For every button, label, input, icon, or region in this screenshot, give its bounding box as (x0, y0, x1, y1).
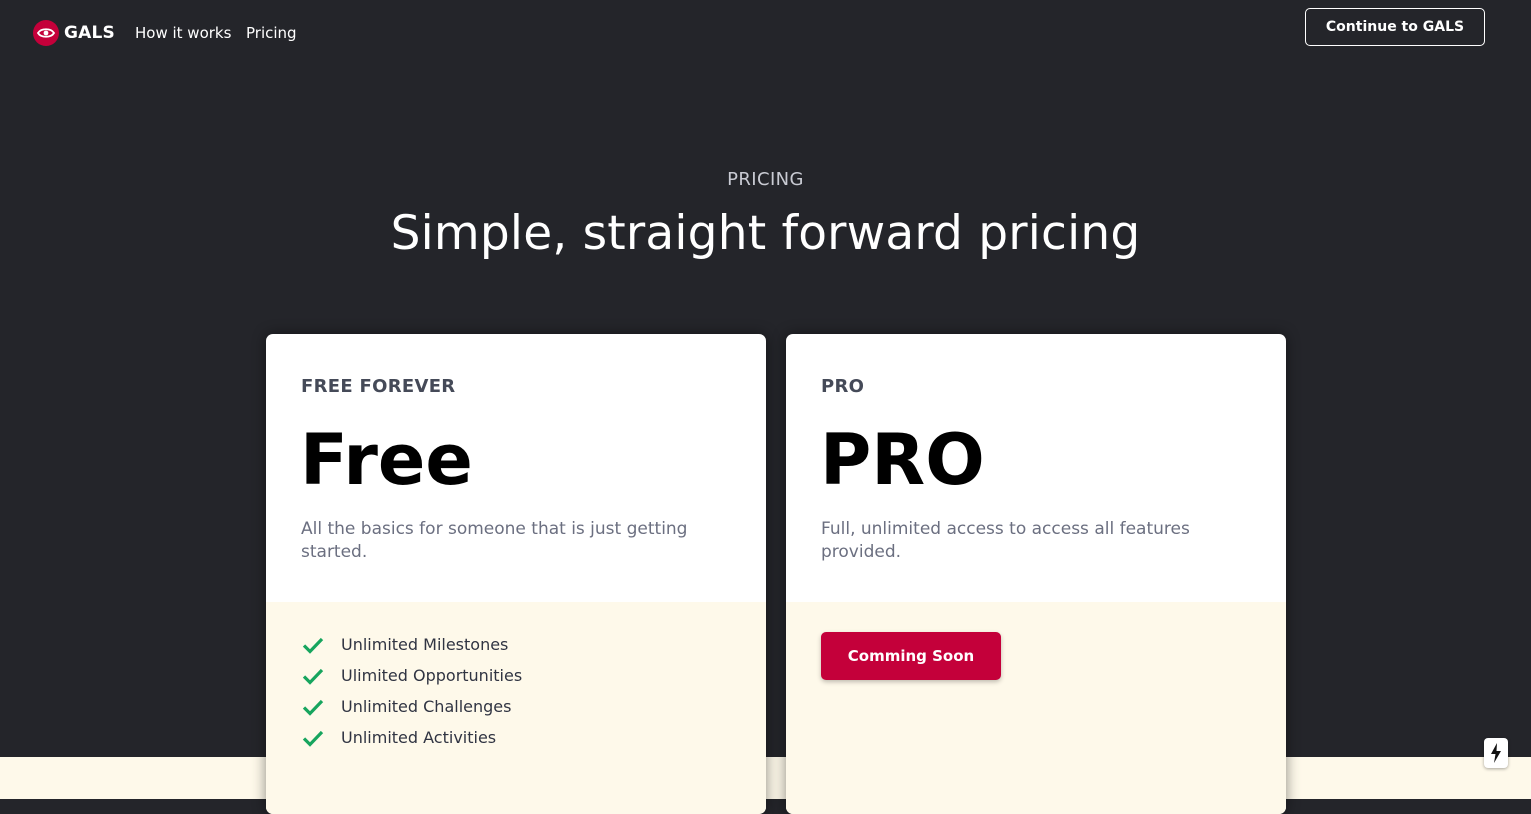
continue-button[interactable]: Continue to GALS (1305, 8, 1485, 46)
plan-description: Full, unlimited access to access all fea… (821, 519, 1190, 562)
section-eyebrow: PRICING (727, 169, 804, 190)
feature-text: Ulimited Opportunities (341, 666, 523, 685)
feature-text: Unlimited Challenges (341, 697, 512, 716)
pro-plan-card: PRO PRO Full, unlimited access to access… (786, 334, 1286, 814)
bolt-icon[interactable] (1484, 738, 1508, 768)
plan-price: Free (300, 419, 473, 501)
check-icon (302, 668, 324, 685)
brand-logo-link[interactable]: GALS (33, 20, 115, 46)
feature-item: Ulimited Opportunities (301, 660, 522, 691)
check-icon (302, 637, 324, 654)
top-navigation: GALS How it works Pricing Continue to GA… (0, 0, 1531, 70)
plan-label: PRO (821, 376, 865, 397)
plan-price: PRO (820, 419, 985, 501)
nav-link-how-it-works[interactable]: How it works (135, 24, 231, 42)
page-title: Simple, straight forward pricing (390, 206, 1141, 261)
feature-item: Unlimited Activities (301, 722, 522, 753)
plan-description: All the basics for someone that is just … (301, 519, 688, 562)
feature-text: Unlimited Milestones (341, 635, 509, 654)
coming-soon-button[interactable]: Comming Soon (821, 632, 1001, 680)
nav-link-pricing[interactable]: Pricing (246, 24, 297, 42)
feature-text: Unlimited Activities (341, 728, 497, 747)
eye-icon (33, 20, 59, 46)
feature-item: Unlimited Challenges (301, 691, 522, 722)
brand-name: GALS (64, 23, 115, 43)
check-icon (302, 699, 324, 716)
check-icon (302, 730, 324, 747)
plan-label: FREE FOREVER (301, 376, 456, 397)
free-plan-card: FREE FOREVER Free All the basics for som… (266, 334, 766, 814)
feature-list: Unlimited Milestones Ulimited Opportunit… (301, 629, 522, 753)
feature-item: Unlimited Milestones (301, 629, 522, 660)
plan-action-panel: Comming Soon (786, 602, 1286, 814)
plan-features-panel: Unlimited Milestones Ulimited Opportunit… (266, 602, 766, 814)
